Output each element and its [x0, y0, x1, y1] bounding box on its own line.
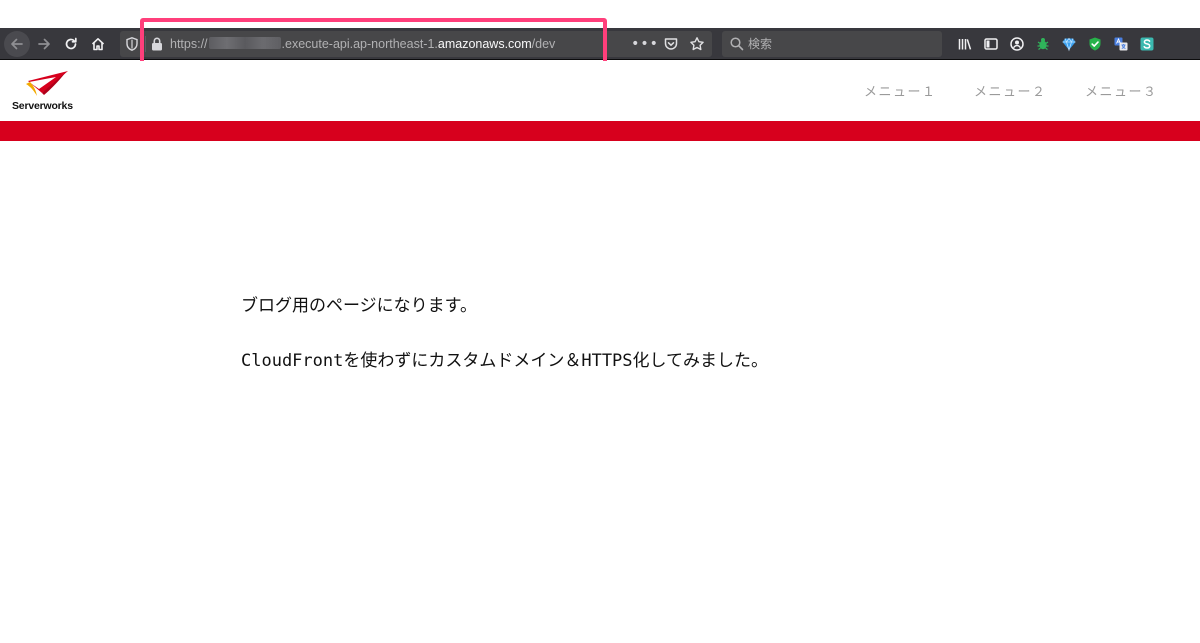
- url-middle: .execute-api.ap-northeast-1.: [281, 37, 438, 51]
- back-button[interactable]: [4, 31, 30, 57]
- content-line-1: ブログ用のページになります。: [241, 296, 477, 316]
- url-prefix: https://: [170, 37, 208, 51]
- check-shield-extension-button[interactable]: [1082, 32, 1108, 56]
- lock-icon: [152, 37, 162, 51]
- nav-menu-2[interactable]: メニュー２: [974, 81, 1047, 100]
- url-actions: •••: [631, 31, 706, 57]
- sidebar-icon: [984, 38, 998, 50]
- url-domain: amazonaws.com: [437, 37, 532, 51]
- nav-menu-3[interactable]: メニュー３: [1085, 81, 1158, 100]
- serverworks-logo-icon: [26, 71, 68, 96]
- star-icon: [690, 37, 704, 51]
- account-button[interactable]: [1004, 32, 1030, 56]
- url-redacted-subdomain: [208, 37, 281, 49]
- content-line-2: CloudFrontを使わずにカスタムドメイン＆HTTPS化してみました。: [241, 351, 769, 371]
- url-text[interactable]: https:// .execute-api.ap-northeast-1.amaz…: [170, 31, 555, 57]
- forward-button[interactable]: [31, 31, 57, 57]
- home-icon: [91, 38, 105, 51]
- s-extension-icon: [1140, 37, 1154, 51]
- browser-toolbar: https:// .execute-api.ap-northeast-1.amaz…: [0, 28, 1200, 60]
- shield-icon: [126, 37, 138, 51]
- page-actions-button[interactable]: •••: [631, 35, 658, 53]
- site-info-button[interactable]: [150, 36, 164, 52]
- translate-extension-button[interactable]: [1108, 32, 1134, 56]
- more-icon: •••: [631, 36, 659, 52]
- sidebar-button[interactable]: [978, 32, 1004, 56]
- search-input[interactable]: [748, 31, 938, 57]
- nav-menu-1[interactable]: メニュー１: [864, 81, 937, 100]
- reload-icon: [65, 37, 77, 50]
- pocket-button[interactable]: [662, 35, 680, 53]
- logo-text: Serverworks: [12, 100, 73, 112]
- library-icon: [958, 39, 972, 50]
- reload-button[interactable]: [58, 31, 84, 57]
- back-arrow-icon: [11, 38, 23, 50]
- url-path: /dev: [531, 37, 556, 51]
- bug-extension-icon: [1037, 38, 1049, 50]
- search-icon-wrap: [729, 36, 745, 52]
- search-bar[interactable]: [722, 31, 942, 57]
- search-icon: [730, 37, 744, 51]
- forward-arrow-icon: [38, 38, 50, 50]
- check-shield-extension-icon: [1089, 37, 1101, 51]
- toolbar-right-icons: [952, 32, 1160, 56]
- pocket-icon: [664, 38, 678, 50]
- window-top-strip: [0, 0, 1200, 28]
- bookmark-button[interactable]: [688, 35, 706, 53]
- tracking-protection-button[interactable]: [124, 36, 140, 52]
- diamond-extension-button[interactable]: [1056, 32, 1082, 56]
- home-button[interactable]: [85, 31, 111, 57]
- account-icon: [1010, 37, 1024, 51]
- site-logo[interactable]: Serverworks: [12, 69, 84, 115]
- translate-extension-icon: [1114, 37, 1128, 51]
- library-button[interactable]: [952, 32, 978, 56]
- s-extension-button[interactable]: [1134, 32, 1160, 56]
- url-separator: [145, 36, 146, 52]
- header-accent-band: [0, 121, 1200, 141]
- site-header: Serverworks メニュー１ メニュー２ メニュー３: [0, 61, 1200, 121]
- url-bar[interactable]: https:// .execute-api.ap-northeast-1.amaz…: [120, 31, 712, 57]
- bug-extension-button[interactable]: [1030, 32, 1056, 56]
- diamond-extension-icon: [1062, 37, 1076, 52]
